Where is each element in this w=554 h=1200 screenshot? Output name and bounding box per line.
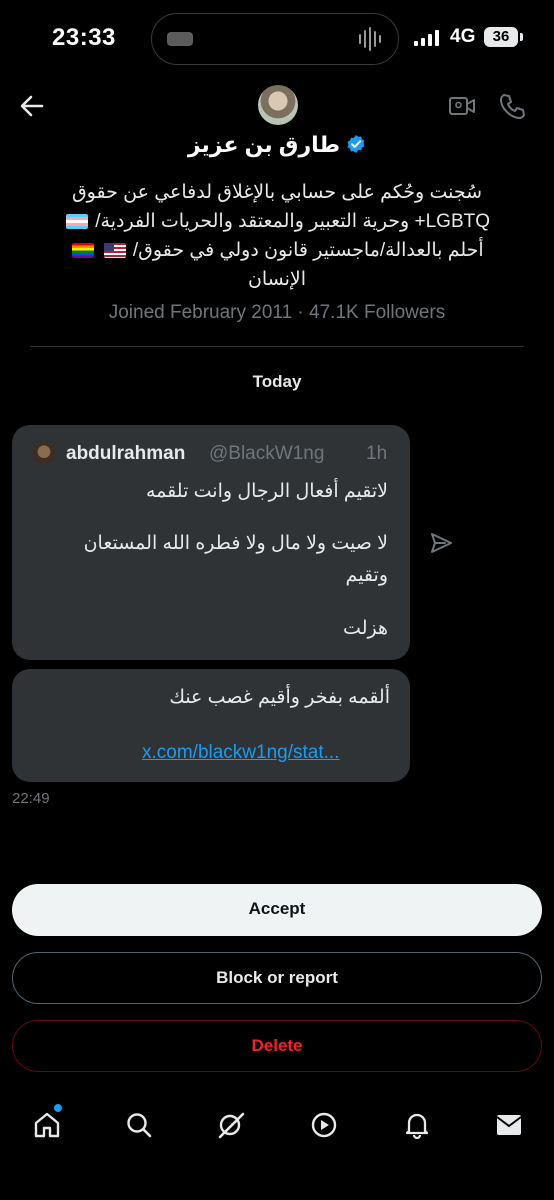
home-notification-dot xyxy=(54,1104,62,1112)
battery-level: 36 xyxy=(484,27,518,47)
us-flag-icon xyxy=(103,243,126,258)
quoted-author-avatar xyxy=(32,441,56,465)
status-time: 23:33 xyxy=(52,24,116,51)
video-icon[interactable] xyxy=(309,1110,339,1140)
phone-call-icon[interactable] xyxy=(498,92,526,120)
messages-icon[interactable] xyxy=(494,1110,524,1140)
grok-icon[interactable] xyxy=(216,1110,246,1140)
notifications-icon[interactable] xyxy=(402,1110,432,1140)
quoted-post-line: لا صيت ولا مال ولا فطره الله المستعان xyxy=(83,533,388,554)
video-call-icon[interactable] xyxy=(448,92,476,120)
quoted-post-line: لاتقيم أفعال الرجال وانت تلقمه xyxy=(146,481,388,502)
date-separator: Today xyxy=(252,372,302,391)
battery-tip xyxy=(520,33,523,41)
bio-line: LGBTQ+ وحرية التعبير والمعتقد والحريات ا… xyxy=(95,211,491,232)
home-icon[interactable] xyxy=(32,1110,62,1140)
verified-badge-icon xyxy=(347,135,365,153)
search-icon[interactable] xyxy=(124,1110,154,1140)
transgender-flag-icon xyxy=(65,214,88,229)
network-type: 4G xyxy=(450,26,476,47)
bio-line: أحلم بالعدالة/ماجستير قانون دولي في حقوق… xyxy=(132,240,484,261)
quoted-author-handle: @BlackW1ng xyxy=(209,443,325,464)
profile-meta: Joined February 2011 · 47.1K Followers xyxy=(108,302,446,323)
bio-line: سُجنت وحُكم على حسابي بالإغلاق لدفاعي عن… xyxy=(71,182,483,203)
profile-name-row: طارق بن عزيز xyxy=(0,132,554,158)
accept-button[interactable]: Accept xyxy=(12,884,542,936)
message-timestamp: 22:49 xyxy=(12,790,50,807)
message-text: ألقمه بفخر وأقيم غصب عنك xyxy=(169,687,390,708)
audio-waveform-icon xyxy=(359,27,381,51)
profile-avatar[interactable] xyxy=(258,85,298,125)
message-link[interactable]: x.com/blackw1ng/stat... xyxy=(142,742,339,764)
rainbow-flag-icon xyxy=(72,243,95,258)
delete-button[interactable]: Delete xyxy=(12,1020,542,1072)
quoted-post-line: هزلت xyxy=(343,618,388,639)
block-or-report-button[interactable]: Block or report xyxy=(12,952,542,1004)
divider xyxy=(30,346,524,347)
share-send-icon[interactable] xyxy=(428,530,454,556)
bio-line-with-flag: LGBTQ+ وحرية التعبير والمعتقد والحريات ا… xyxy=(40,207,514,236)
now-playing-thumbnail xyxy=(167,32,193,46)
profile-bio: سُجنت وحُكم على حسابي بالإغلاق لدفاعي عن… xyxy=(40,178,514,294)
bio-line-with-flags: أحلم بالعدالة/ماجستير قانون دولي في حقوق… xyxy=(40,236,514,265)
cellular-signal-icon xyxy=(414,30,439,46)
quoted-post-line: وتقيم xyxy=(345,565,388,586)
bio-line: الإنسان xyxy=(247,269,307,290)
quoted-post-time: 1h xyxy=(366,443,388,464)
back-arrow-icon[interactable] xyxy=(18,92,46,120)
profile-display-name: طارق بن عزيز xyxy=(187,132,341,157)
quoted-author-name: abdulrahman xyxy=(66,443,186,464)
